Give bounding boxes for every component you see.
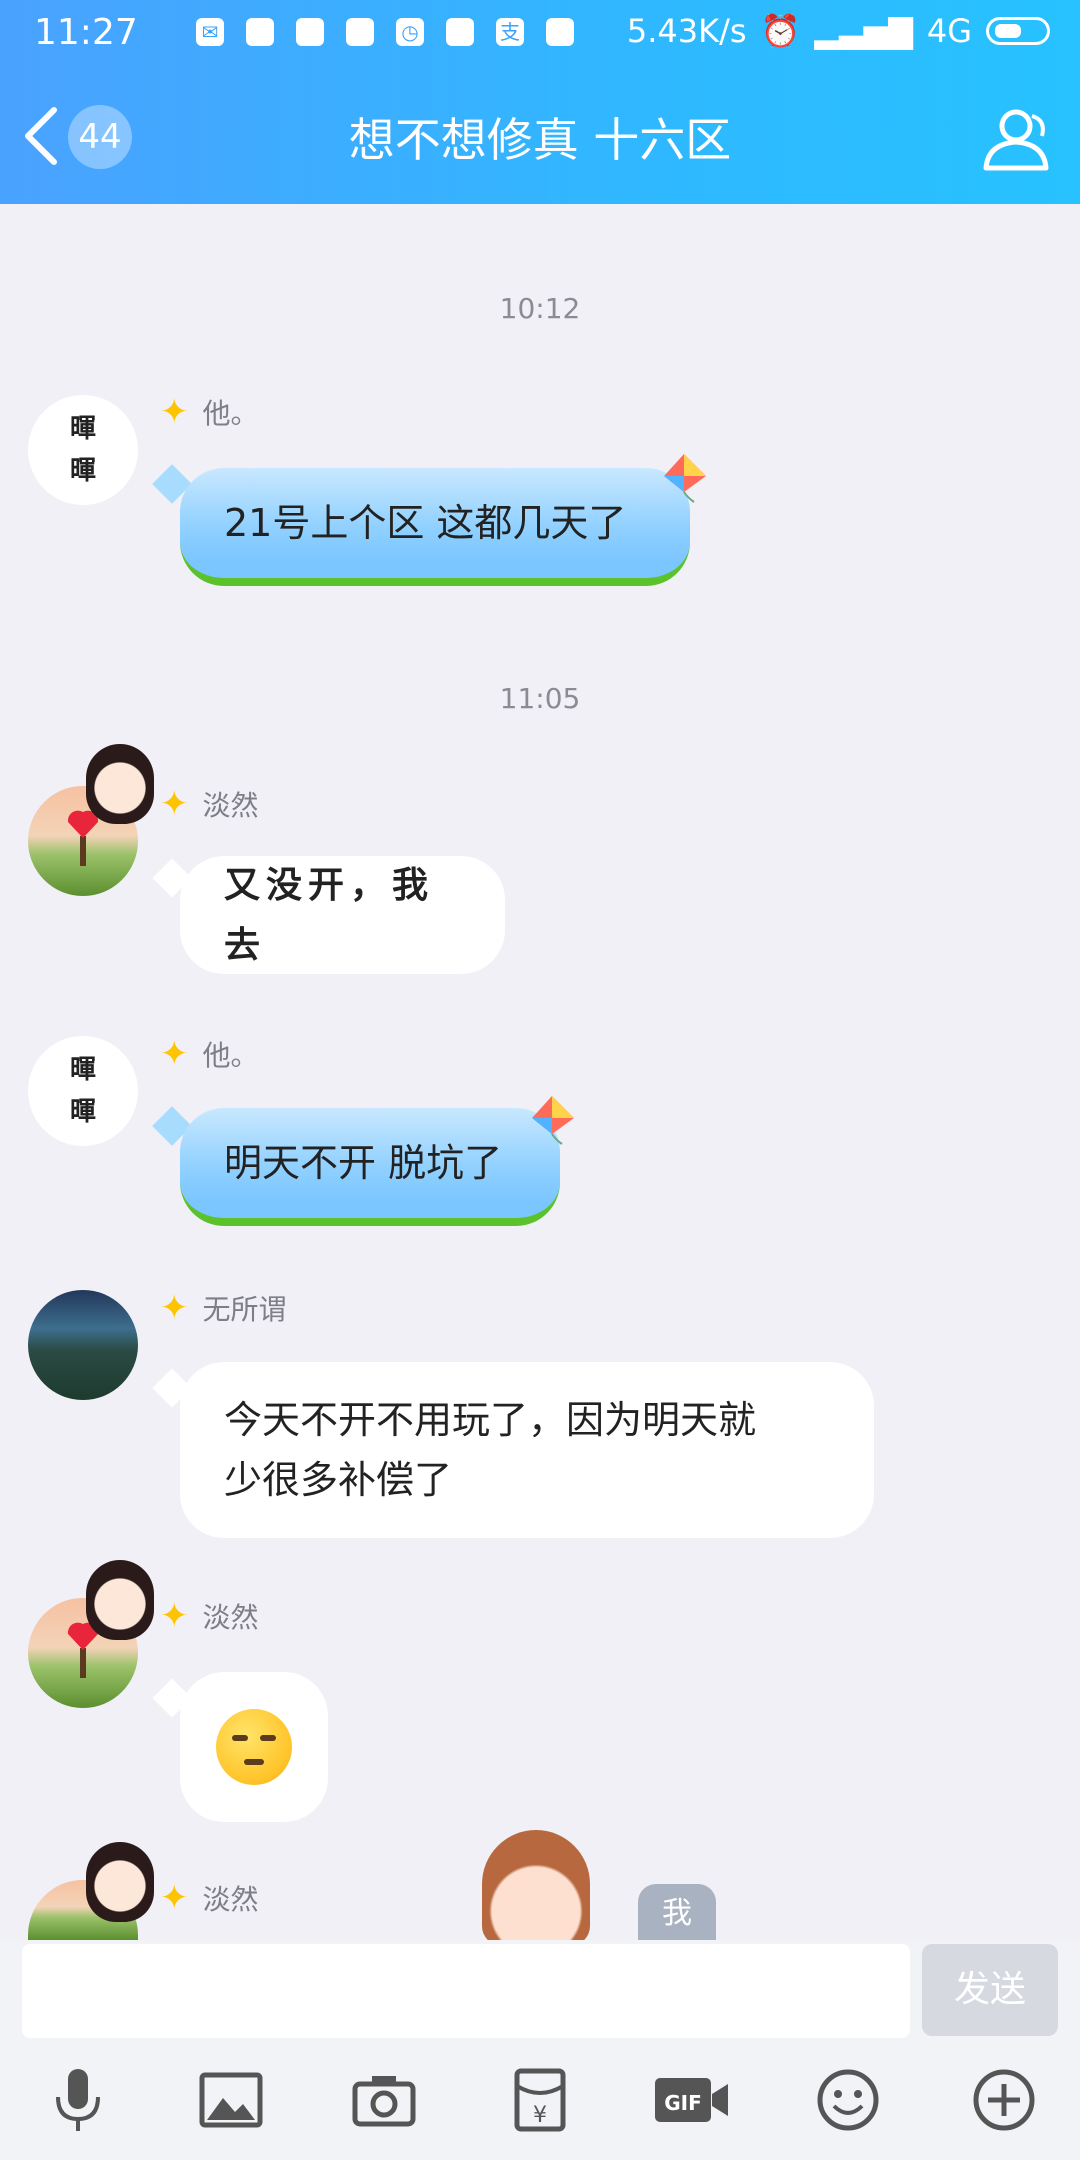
message-bubble[interactable]: 明天不开 脱坑了 xyxy=(180,1108,560,1226)
notification-icons: ✉ ◷ 支 xyxy=(196,18,574,46)
avatar[interactable]: 暉 暉 xyxy=(28,1036,138,1146)
message-bubble[interactable] xyxy=(180,1672,328,1822)
message-text: 明天不开 脱坑了 xyxy=(224,1141,503,1185)
sparkle-badge-icon: ✦ xyxy=(160,392,189,432)
app-notification-icon xyxy=(296,18,324,46)
sender-name: 淡然 xyxy=(202,789,259,822)
sparkle-badge-icon: ✦ xyxy=(160,1596,189,1636)
battery-icon xyxy=(986,17,1050,45)
message-bubble[interactable]: 又没开，我去 xyxy=(180,856,505,974)
app-notification-icon xyxy=(546,18,574,46)
kite-icon xyxy=(532,1096,574,1145)
sparkle-badge-icon: ✦ xyxy=(160,1288,189,1328)
sender-name-row: ✦ 无所谓 xyxy=(160,1288,287,1328)
avatar-pendant xyxy=(86,1560,154,1640)
sleepy-face-icon xyxy=(216,1709,292,1785)
sparkle-badge-icon: ✦ xyxy=(160,1034,189,1074)
status-right: 5.43K/s ⏰ ▂▃▅▇ 4G xyxy=(627,12,1050,50)
me-character-icon xyxy=(482,1830,590,1946)
message-bubble[interactable]: 21号上个区 这都几天了 xyxy=(180,468,690,586)
group-members-button[interactable] xyxy=(976,106,1056,172)
avatar[interactable] xyxy=(28,1290,138,1400)
input-toolbar: ¥ GIF xyxy=(0,2062,1080,2142)
message-text: 又没开，我去 xyxy=(224,864,435,966)
input-bar: 发送 ¥ GIF xyxy=(0,1940,1080,2160)
alipay-icon: 支 xyxy=(496,18,524,46)
plus-icon[interactable] xyxy=(966,2062,1042,2138)
signal-icon: ▂▃▅▇ xyxy=(814,12,913,50)
sender-name-row: ✦ 淡然 xyxy=(160,1596,259,1636)
avatar-char: 暉 xyxy=(69,1055,96,1085)
message-text-line: 少很多补偿了 xyxy=(224,1458,453,1502)
message-bubble[interactable]: 今天不开不用玩了，因为明天就 少很多补偿了 xyxy=(180,1362,874,1538)
group-members-icon xyxy=(983,109,1049,171)
message-text-line: 今天不开不用玩了，因为明天就 xyxy=(224,1398,757,1442)
sender-name: 他。 xyxy=(202,397,259,430)
page-title: 想不想修真 十六区 xyxy=(348,113,732,167)
sender-name-row: ✦ 淡然 xyxy=(160,1878,259,1918)
network-speed: 5.43K/s xyxy=(626,12,747,50)
kite-icon xyxy=(664,454,706,503)
microphone-icon[interactable] xyxy=(40,2062,116,2138)
send-button[interactable]: 发送 xyxy=(922,1944,1058,2036)
image-icon[interactable] xyxy=(193,2062,269,2138)
message-text: 21号上个区 这都几天了 xyxy=(224,501,627,545)
avatar-char: 暉 xyxy=(69,1097,96,1127)
red-packet-icon[interactable]: ¥ xyxy=(502,2062,578,2138)
network-type: 4G xyxy=(926,12,972,50)
message-input[interactable] xyxy=(22,1944,910,2038)
app-notification-icon xyxy=(246,18,274,46)
sender-name-row: ✦ 他。 xyxy=(160,1034,259,1074)
status-bar: 11:27 ✉ ◷ 支 5.43K/s ⏰ ▂▃▅▇ 4G xyxy=(0,0,1080,70)
sparkle-badge-icon: ✦ xyxy=(160,784,189,824)
gif-icon[interactable]: GIF xyxy=(652,2062,732,2138)
camera-icon[interactable] xyxy=(346,2062,422,2138)
svg-text:GIF: GIF xyxy=(664,2091,702,2115)
avatar-char: 暉 xyxy=(69,414,96,444)
alarm-icon: ⏰ xyxy=(760,12,801,50)
avatar[interactable]: 暉 暉 xyxy=(28,395,138,505)
sparkle-badge-icon: ✦ xyxy=(160,1878,189,1918)
avatar-pendant xyxy=(86,1842,154,1922)
timer-icon: ◷ xyxy=(396,18,424,46)
svg-text:¥: ¥ xyxy=(533,2103,547,2128)
avatar-char: 暉 xyxy=(69,456,96,486)
avatar-pendant xyxy=(86,744,154,824)
sender-name-row: ✦ 淡然 xyxy=(160,784,259,824)
sender-name: 淡然 xyxy=(202,1883,259,1916)
me-label[interactable]: 我 xyxy=(638,1884,716,1944)
timestamp: 10:12 xyxy=(499,292,581,325)
wechat-icon: ✉ xyxy=(196,18,224,46)
sender-name: 淡然 xyxy=(202,1601,259,1634)
timestamp: 11:05 xyxy=(499,682,581,715)
sender-name-row: ✦ 他。 xyxy=(160,392,259,432)
app-notification-icon xyxy=(446,18,474,46)
app-notification-icon xyxy=(346,18,374,46)
header: 11:27 ✉ ◷ 支 5.43K/s ⏰ ▂▃▅▇ 4G 44 想不想修真 十… xyxy=(0,0,1080,204)
emoji-icon[interactable] xyxy=(810,2062,886,2138)
status-time: 11:27 xyxy=(34,12,138,53)
sender-name: 无所谓 xyxy=(202,1293,287,1326)
sender-name: 他。 xyxy=(202,1039,259,1072)
